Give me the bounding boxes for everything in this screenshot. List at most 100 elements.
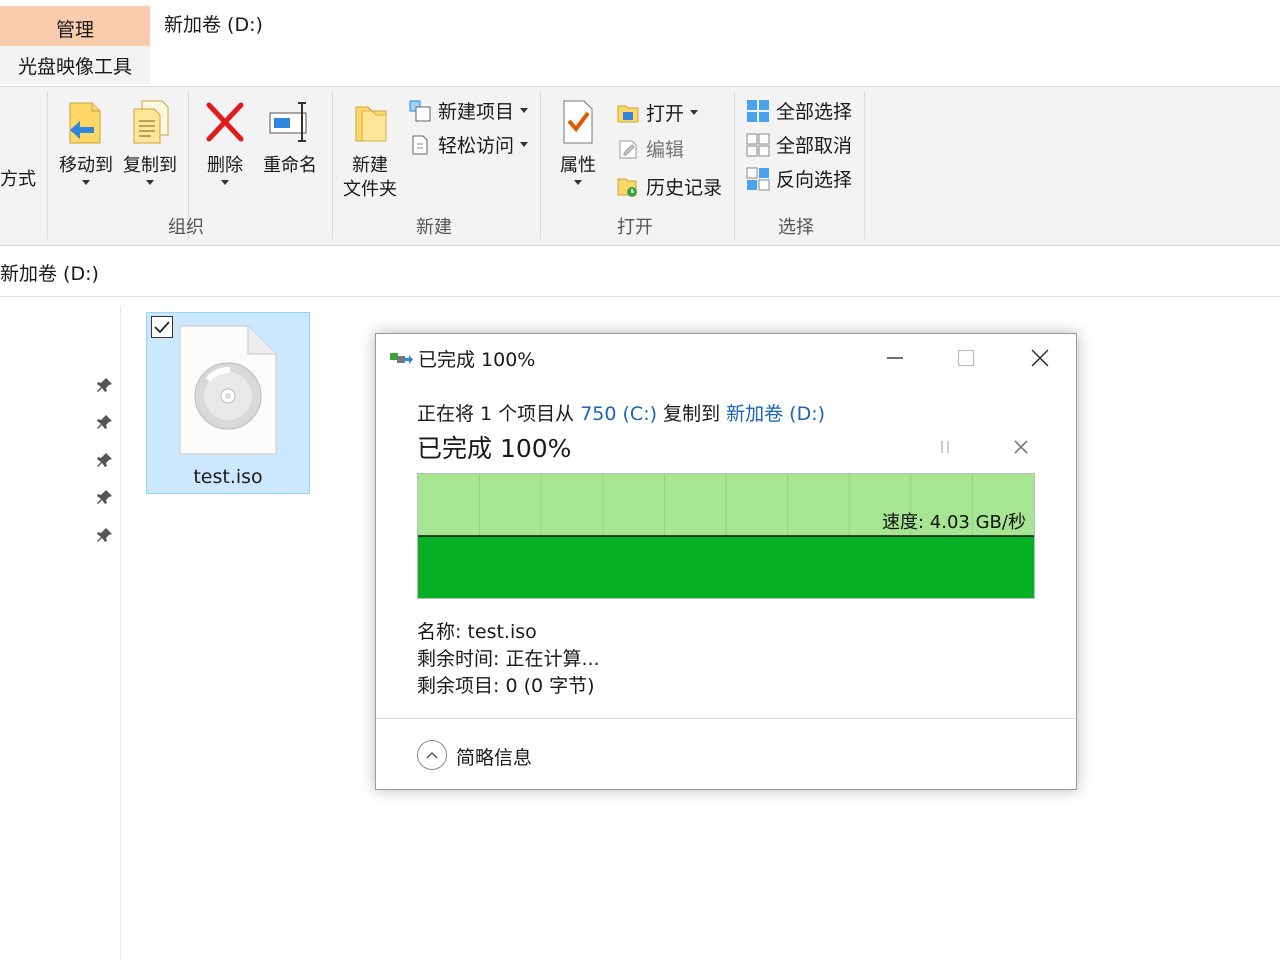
address-bar[interactable] — [0, 250, 1280, 297]
new-item-button[interactable]: 新建项目 — [408, 97, 529, 124]
pin-icon — [97, 378, 112, 392]
edit-label: 编辑 — [646, 139, 685, 161]
tab-manage[interactable]: 管理 — [0, 6, 150, 46]
open-button[interactable]: 打开 — [616, 99, 699, 126]
ribbon-separator — [47, 91, 48, 239]
fewer-details-label[interactable]: 简略信息 — [456, 743, 532, 770]
cancel-icon — [1014, 440, 1028, 454]
easy-access-dropdown-icon — [520, 142, 529, 147]
properties-button[interactable]: 属性 — [548, 97, 608, 185]
move-to-label: 移动到 — [59, 155, 113, 176]
edit-button[interactable]: 编辑 — [616, 135, 684, 162]
open-folder-icon — [617, 105, 639, 122]
group-label-new: 新建 — [416, 217, 452, 238]
rename-icon — [269, 102, 307, 142]
move-to-icon — [69, 102, 101, 144]
new-item-label: 新建项目 — [438, 101, 515, 123]
minimize-button[interactable] — [877, 340, 913, 376]
cancel-copy-button[interactable] — [1010, 436, 1032, 462]
new-folder-label-2: 文件夹 — [343, 179, 397, 200]
invert-selection-label: 反向选择 — [776, 169, 853, 191]
ribbon: 方式 移动到 复制到 删除 重命名 组织 新建 文件夹 新建项目 轻松访问 新建… — [0, 86, 1280, 246]
ribbon-cut-label: 方式 — [0, 169, 36, 190]
group-label-organize: 组织 — [168, 217, 204, 238]
new-folder-label-1: 新建 — [352, 155, 388, 176]
delete-x-icon — [206, 102, 244, 142]
properties-label: 属性 — [560, 155, 596, 176]
group-label-select: 选择 — [778, 217, 814, 238]
delete-label: 删除 — [207, 155, 243, 176]
speed-history-area — [418, 536, 1034, 598]
speed-graph-svg — [418, 474, 1034, 598]
chevron-up-icon — [426, 751, 438, 759]
delete-button[interactable]: 删除 — [196, 97, 254, 185]
pin-icon — [97, 490, 112, 504]
pin-icon — [97, 415, 112, 429]
close-icon — [1031, 349, 1049, 367]
minimize-icon — [887, 357, 903, 359]
copy-mid: 复制到 — [663, 403, 721, 425]
fewer-details-toggle[interactable] — [417, 740, 447, 770]
source-link[interactable]: 750 (C:) — [580, 403, 657, 425]
move-to-button[interactable]: 移动到 — [54, 97, 118, 185]
transfer-speed-graph — [417, 473, 1035, 599]
select-all-label: 全部选择 — [776, 101, 853, 123]
maximize-icon — [957, 349, 975, 367]
ribbon-separator — [332, 91, 333, 239]
completion-status: 已完成 100% — [417, 434, 572, 463]
new-item-icon — [409, 100, 431, 121]
group-label-open: 打开 — [617, 217, 653, 238]
info-items-remaining: 剩余项目: 0 (0 字节) — [417, 675, 595, 697]
history-label: 历史记录 — [646, 177, 723, 199]
ribbon-separator — [734, 91, 735, 239]
easy-access-label: 轻松访问 — [438, 135, 515, 157]
rename-button[interactable]: 重命名 — [258, 97, 322, 178]
copy-arrow-icon — [390, 353, 413, 364]
speed-label: 速度: 4.03 GB/秒 — [882, 512, 1026, 533]
copy-description: 正在将 1 个项目从 750 (C:) 复制到 新加卷 (D:) — [417, 399, 825, 426]
select-none-label: 全部取消 — [776, 135, 853, 157]
open-label: 打开 — [646, 103, 685, 125]
dialog-title: 已完成 100% — [418, 349, 536, 371]
select-all-button[interactable]: 全部选择 — [746, 97, 852, 124]
select-none-button[interactable]: 全部取消 — [746, 131, 852, 158]
address-path[interactable]: 新加卷 (D:) — [0, 259, 99, 286]
copy-to-dropdown-icon — [146, 180, 154, 185]
close-button[interactable] — [1022, 340, 1058, 376]
history-button[interactable]: 历史记录 — [616, 173, 722, 200]
new-folder-icon — [355, 106, 387, 142]
properties-icon — [563, 100, 593, 144]
easy-access-button[interactable]: 轻松访问 — [408, 131, 529, 158]
ribbon-separator — [540, 91, 541, 239]
pin-icon — [97, 528, 112, 542]
copy-to-button[interactable]: 复制到 — [118, 97, 182, 185]
disc-image-file-icon — [179, 325, 277, 455]
window-title: 新加卷 (D:) — [164, 14, 263, 36]
pin-icon — [97, 453, 112, 467]
new-folder-button[interactable]: 新建 文件夹 — [340, 97, 400, 202]
open-dropdown-icon — [690, 110, 699, 115]
nav-pane-divider[interactable] — [120, 306, 121, 960]
select-none-icon — [746, 133, 770, 156]
copy-prefix: 正在将 1 个项目从 — [417, 403, 575, 425]
ribbon-separator — [864, 91, 865, 239]
invert-selection-button[interactable]: 反向选择 — [746, 165, 852, 192]
edit-icon — [619, 140, 637, 158]
pause-icon — [941, 441, 949, 453]
dialog-footer-separator — [376, 718, 1076, 719]
rename-label: 重命名 — [263, 155, 317, 176]
properties-dropdown-icon — [574, 180, 582, 185]
history-icon — [617, 178, 637, 197]
easy-access-icon — [412, 135, 428, 154]
file-checkbox[interactable] — [151, 316, 173, 338]
tab-disc-image-tools[interactable]: 光盘映像工具 — [0, 46, 150, 84]
checkmark-icon — [154, 321, 170, 334]
invert-selection-icon — [746, 167, 770, 190]
file-name: test.iso — [193, 466, 263, 488]
info-name: 名称: test.iso — [417, 621, 537, 643]
copy-to-label: 复制到 — [123, 155, 177, 176]
pause-button — [934, 436, 956, 462]
new-item-dropdown-icon — [520, 108, 529, 113]
destination-link[interactable]: 新加卷 (D:) — [726, 403, 825, 425]
info-time-remaining: 剩余时间: 正在计算... — [417, 648, 600, 670]
